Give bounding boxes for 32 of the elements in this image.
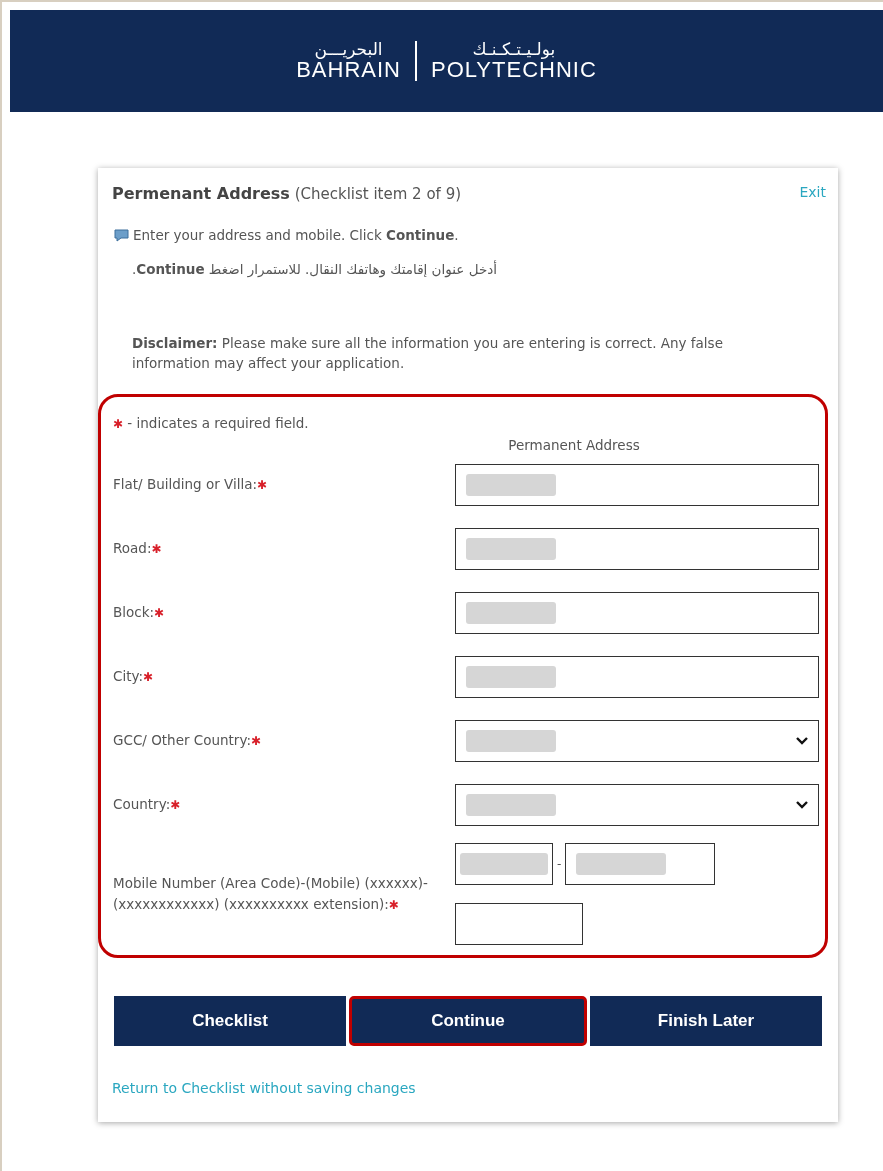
chevron-down-icon	[796, 736, 808, 745]
logo-text: بولـيـتـكـنـك	[472, 39, 556, 59]
chevron-down-icon	[796, 800, 808, 809]
instruction-text: Enter your address and mobile. Click Continue.	[133, 227, 459, 243]
mobile-field[interactable]	[565, 842, 716, 885]
section-title: Permanent Address	[507, 436, 641, 453]
action-button[interactable]: Checklist	[114, 995, 346, 1046]
select-field[interactable]	[455, 719, 819, 762]
action-button[interactable]: Finish Later	[590, 995, 822, 1046]
field-label: Road:✱	[113, 539, 163, 559]
text-field[interactable]	[455, 527, 819, 570]
area-code-field[interactable]	[455, 842, 553, 885]
logo-text: POLYTECHNIC	[430, 58, 597, 83]
text-field[interactable]	[455, 463, 819, 506]
comment-icon	[114, 228, 129, 242]
required-legend: ✱ - indicates a required field.	[113, 414, 825, 431]
separator: -	[557, 856, 562, 871]
page-title: Permenant Address (Checklist item 2 of 9)	[112, 184, 462, 203]
text-field[interactable]	[455, 591, 819, 634]
field-label: City:✱	[113, 667, 155, 687]
logo-text: BAHRAIN	[296, 58, 401, 83]
field-label: Country:✱	[113, 795, 182, 815]
field-label: Mobile Number (Area Code)-(Mobile) (xxxxxx)-(xxxxxxxxxxxx) (xxxxxxxxxx extension):✱	[113, 873, 429, 914]
field-label: Flat/ Building or Villa:✱	[113, 475, 269, 495]
select-field[interactable]	[455, 783, 819, 826]
logo-text: البحريـــن	[314, 39, 383, 59]
extension-field[interactable]	[455, 902, 583, 945]
action-button[interactable]: Continue	[349, 995, 587, 1046]
text-field[interactable]	[455, 655, 819, 698]
disclaimer-text: Disclaimer: Please make sure all the information you are entering is correct. Any false information may affect your application.	[132, 334, 724, 374]
field-label: Block:✱	[113, 603, 166, 623]
field-label: GCC/ Other Country:✱	[113, 731, 263, 751]
